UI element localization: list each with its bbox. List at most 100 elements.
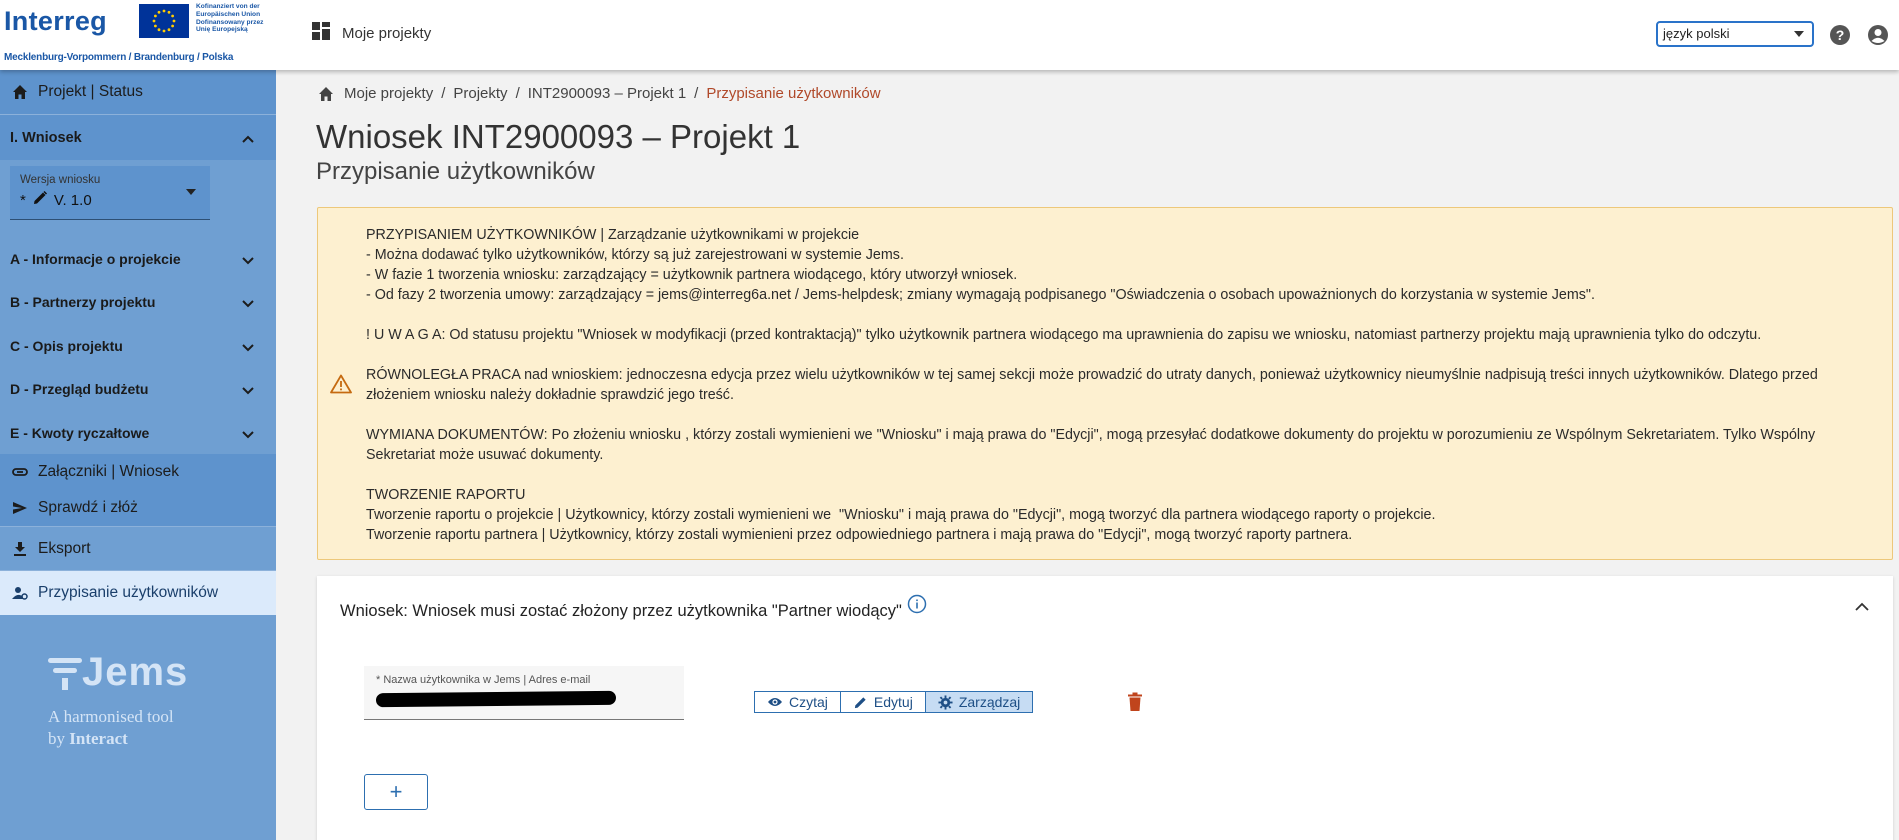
breadcrumb-project[interactable]: INT2900093 – Projekt 1 bbox=[528, 85, 686, 102]
alert-line: PRZYPISANIEM UŻYTKOWNIKÓW | Zarządzanie … bbox=[366, 227, 860, 243]
sidebar-group-d[interactable]: D - Przegląd budżetu bbox=[0, 367, 276, 410]
alert-text: PRZYPISANIEM UŻYTKOWNIKÓW | Zarządzanie … bbox=[366, 225, 1876, 545]
breadcrumb-my-projects[interactable]: Moje projekty bbox=[344, 85, 433, 102]
dropdown-arrow-icon bbox=[1794, 31, 1804, 37]
permission-read-button[interactable]: Czytaj bbox=[755, 692, 841, 712]
sidebar-item-project-status[interactable]: Projekt | Status bbox=[0, 70, 276, 114]
svg-text:?: ? bbox=[1836, 27, 1845, 43]
user-field-label: * Nazwa użytkownika w Jems | Adres e-mai… bbox=[376, 674, 590, 686]
sidebar-group-label: B - Partnerzy projektu bbox=[10, 293, 156, 310]
chevron-down-icon bbox=[242, 253, 254, 269]
language-select[interactable]: język polski bbox=[1656, 21, 1814, 47]
card-title: Wniosek: Wniosek musi zostać złożony prz… bbox=[340, 602, 902, 620]
jems-tagline: A harmonised tool by Interact bbox=[48, 706, 174, 750]
breadcrumb-projects[interactable]: Projekty bbox=[453, 85, 507, 102]
jems-wordmark: Jems bbox=[82, 650, 189, 694]
alert-line: - Od fazy 2 tworzenia umowy: zarządzając… bbox=[366, 287, 1595, 303]
dropdown-arrow-icon bbox=[186, 189, 196, 195]
my-projects-label: Moje projekty bbox=[342, 24, 432, 42]
breadcrumb-current: Przypisanie użytkowników bbox=[706, 85, 881, 102]
sidebar-item-label: Eksport bbox=[38, 539, 91, 557]
sidebar: Projekt | Status I. Wniosek Wersja wnios… bbox=[0, 70, 276, 840]
chevron-up-icon[interactable] bbox=[1855, 598, 1869, 616]
required-mark: * bbox=[376, 674, 381, 686]
chevron-down-icon bbox=[242, 296, 254, 312]
app-header: Interreg Kofinanziert von der Europäisch… bbox=[0, 0, 1899, 70]
home-icon bbox=[12, 84, 28, 100]
gear-icon bbox=[938, 694, 953, 710]
sidebar-group-c[interactable]: C - Opis projektu bbox=[0, 324, 276, 367]
sidebar-item-check-submit[interactable]: Sprawdź i złóż bbox=[0, 490, 276, 526]
main-content: Moje projekty / Projekty / INT2900093 – … bbox=[276, 70, 1899, 840]
redacted-value bbox=[375, 690, 617, 708]
breadcrumb-separator: / bbox=[515, 85, 520, 102]
alert-spacer bbox=[366, 405, 1876, 425]
permission-edit-button[interactable]: Edytuj bbox=[840, 692, 926, 712]
sidebar-group-e[interactable]: E - Kwoty ryczałtowe bbox=[0, 411, 276, 454]
sidebar-item-assign-users[interactable]: Przypisanie użytkowników bbox=[0, 571, 276, 615]
permission-label: Edytuj bbox=[873, 694, 913, 710]
alert-line: WYMIANA DOKUMENTÓW: Po złożeniu wniosku … bbox=[366, 427, 1820, 463]
logo-region: Mecklenburg-Vorpommern / Brandenburg / P… bbox=[4, 52, 234, 63]
alert-spacer bbox=[366, 345, 1876, 365]
user-email-field[interactable]: * Nazwa użytkownika w Jems | Adres e-mai… bbox=[364, 666, 684, 720]
language-value: język polski bbox=[1663, 26, 1730, 41]
breadcrumb: Moje projekty / Projekty / INT2900093 – … bbox=[318, 85, 881, 102]
sidebar-item-label: Przypisanie użytkowników bbox=[38, 584, 219, 601]
sidebar-item-export[interactable]: Eksport bbox=[0, 527, 276, 570]
version-label: Wersja wniosku bbox=[20, 174, 101, 186]
delete-icon[interactable] bbox=[1127, 692, 1143, 717]
alert-line: - W fazie 1 tworzenia wniosku: zarządzaj… bbox=[366, 267, 1018, 283]
chevron-down-icon bbox=[242, 340, 254, 356]
interreg-logo[interactable]: Interreg Kofinanziert von der Europäisch… bbox=[2, 2, 272, 66]
version-value: * V. 1.0 bbox=[20, 190, 92, 210]
breadcrumb-separator: / bbox=[441, 85, 446, 102]
alert-line: ! U W A G A: Od statusu projektu "Wniose… bbox=[366, 327, 1762, 343]
jems-tagline-line-1: A harmonised tool bbox=[48, 707, 174, 726]
eu-flag-icon bbox=[139, 4, 189, 38]
required-mark: * bbox=[20, 191, 26, 209]
my-projects-nav[interactable]: Moje projekty bbox=[312, 22, 431, 44]
jems-tagline-line-2: by Interact bbox=[48, 728, 174, 750]
permission-toggle-group: Czytaj Edytuj Zarządzaj bbox=[754, 691, 1034, 713]
alert-spacer bbox=[366, 305, 1876, 325]
paperclip-icon bbox=[12, 464, 28, 480]
help-icon[interactable]: ? bbox=[1829, 24, 1851, 51]
chevron-up-icon bbox=[242, 131, 254, 147]
breadcrumb-separator: / bbox=[694, 85, 699, 102]
alert-line: - Można dodawać tylko użytkowników, któr… bbox=[366, 247, 904, 263]
sidebar-group-a[interactable]: A - Informacje o projekcie bbox=[0, 237, 276, 280]
download-icon bbox=[12, 541, 28, 557]
sidebar-group-label: C - Opis projektu bbox=[10, 337, 123, 354]
sidebar-group-label: E - Kwoty ryczałtowe bbox=[10, 424, 150, 441]
sidebar-group-label: A - Informacje o projekcie bbox=[10, 250, 181, 267]
account-icon[interactable] bbox=[1867, 24, 1889, 51]
sidebar-item-label: Sprawdź i złóż bbox=[38, 499, 138, 516]
page-subtitle: Przypisanie użytkowników bbox=[316, 158, 595, 185]
alert-line: TWORZENIE RAPORTU bbox=[366, 487, 526, 503]
send-icon bbox=[12, 500, 28, 516]
alert-line: Tworzenie raportu o projekcie | Użytkown… bbox=[366, 507, 1436, 523]
sidebar-group-b[interactable]: B - Partnerzy projektu bbox=[0, 280, 276, 323]
eu-cofinancing-text: Kofinanziert von der Europäischen Union … bbox=[196, 3, 264, 34]
sidebar-group-label: D - Przegląd budżetu bbox=[10, 380, 149, 397]
add-user-button[interactable]: + bbox=[364, 774, 428, 810]
permission-manage-button[interactable]: Zarządzaj bbox=[925, 692, 1033, 712]
eye-icon bbox=[767, 696, 783, 708]
info-icon[interactable] bbox=[907, 594, 927, 619]
pencil-icon bbox=[853, 695, 868, 710]
apps-grid-icon bbox=[312, 22, 330, 44]
home-icon[interactable] bbox=[318, 86, 334, 102]
user-settings-icon bbox=[12, 585, 28, 601]
info-alert: PRZYPISANIEM UŻYTKOWNIKÓW | Zarządzanie … bbox=[317, 207, 1893, 560]
jems-mark-icon bbox=[48, 658, 82, 690]
jems-tagline-brand: Interact bbox=[69, 729, 128, 748]
sidebar-item-attachments[interactable]: Załączniki | Wniosek bbox=[0, 454, 276, 490]
permission-label: Czytaj bbox=[789, 694, 828, 710]
sidebar-section-application[interactable]: I. Wniosek bbox=[0, 115, 276, 160]
pencil-icon bbox=[32, 190, 48, 210]
version-select[interactable]: Wersja wniosku * V. 1.0 bbox=[10, 166, 210, 220]
sidebar-item-label: Projekt | Status bbox=[38, 83, 143, 100]
chevron-down-icon bbox=[242, 427, 254, 443]
chevron-down-icon bbox=[242, 383, 254, 399]
